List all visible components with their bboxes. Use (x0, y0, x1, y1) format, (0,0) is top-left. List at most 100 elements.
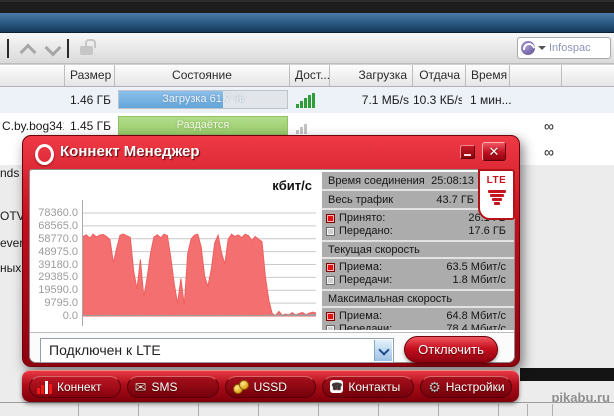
current-rx-label: Приема: (339, 261, 434, 274)
tx-legend-icon (326, 276, 335, 285)
total-traffic-value: 43.7 ГБ (436, 194, 474, 206)
column-download[interactable]: Загрузка (330, 65, 413, 86)
current-tx-value: 1.8 Мбит/с (434, 274, 510, 287)
max-tx-value: 78.4 Мбит/с (434, 323, 510, 330)
eta-value: ∞ (544, 113, 574, 139)
received-legend-icon (326, 214, 335, 223)
chart-plot-area (82, 200, 316, 326)
envelope-icon: ✉ (135, 380, 147, 394)
screen: Infospac Размер Состояние Дост... Загруз… (0, 0, 614, 416)
tab-label: USSD (254, 380, 287, 394)
column-size[interactable]: Размер (65, 65, 115, 86)
tab-bar: Коннект ✉ SMS USSD ☎ Контакты ⚙ Настройк… (22, 370, 519, 402)
max-speed-header: Максимальная скорость (322, 291, 514, 308)
disconnect-button[interactable]: Отключить (404, 336, 498, 363)
gear-icon: ⚙ (428, 380, 441, 394)
y-tick-label: 39180.0 (34, 259, 78, 271)
sent-legend-icon (326, 227, 335, 236)
tab-contacts[interactable]: ☎ Контакты (322, 376, 414, 398)
tx-legend-icon (326, 325, 335, 330)
column-name[interactable] (0, 65, 65, 86)
tab-connect[interactable]: Коннект (29, 376, 121, 398)
tab-label: SMS (152, 380, 178, 394)
details-pane-strip (0, 402, 614, 416)
speed-chart: кбит/с 78360.068565.058770.048975.039180… (32, 176, 320, 328)
rx-legend-icon (326, 312, 335, 321)
tab-settings[interactable]: ⚙ Настройки (420, 376, 512, 398)
received-label: Принято: (339, 212, 434, 225)
tab-label: Контакты (348, 380, 400, 394)
coins-icon (233, 380, 249, 394)
y-tick-label: 29385.0 (34, 271, 78, 283)
current-speed-header: Текущая скорость (322, 242, 514, 259)
connection-select-value: Подключен к LTE (49, 342, 161, 358)
chevron-down-icon (378, 344, 389, 355)
tab-sms[interactable]: ✉ SMS (127, 376, 219, 398)
minimize-button[interactable] (460, 145, 475, 159)
window-top-bar (0, 0, 614, 13)
toolbar-separator (67, 39, 69, 58)
column-eta[interactable]: Время (466, 65, 510, 86)
progress-label: Раздаётся (119, 117, 287, 134)
torrent-name-fragment: nds (0, 166, 19, 180)
column-upload[interactable]: Отдача (413, 65, 466, 86)
sent-label: Передано: (339, 225, 434, 238)
torrent-name-fragment: ных (0, 261, 21, 275)
table-row[interactable]: 1.46 ГБ Загрузка 61.7 % 7.1 МБ/s 10.3 КБ… (0, 87, 614, 113)
network-type-badge: LTE (478, 169, 515, 220)
max-speed-group: Приема: 64.8 Мбит/с Передачи: 78.4 Мбит/… (322, 308, 514, 330)
column-extra[interactable] (510, 65, 562, 86)
search-engine-label: Infospac (549, 42, 591, 54)
window-title-bar (0, 13, 614, 33)
max-rx-label: Приема: (339, 310, 434, 323)
current-rx-value: 63.5 Мбит/с (434, 261, 510, 274)
table-header: Размер Состояние Дост... Загрузка Отдача… (0, 64, 614, 87)
upload-speed: 10.3 КБ/s (413, 87, 462, 113)
bittorrent-logo-icon (521, 41, 535, 55)
column-status[interactable]: Состояние (115, 65, 290, 86)
toolbar-separator (7, 39, 9, 58)
close-button[interactable]: ✕ (482, 142, 506, 161)
select-dropdown-button[interactable] (374, 340, 392, 361)
tab-label: Настройки (446, 380, 505, 394)
app-logo-icon (35, 144, 54, 165)
connection-time-label: Время соединения (328, 175, 425, 187)
max-rx-value: 64.8 Мбит/с (434, 310, 510, 323)
connection-time-value: 25:08:13 (431, 175, 474, 187)
y-tick-label: 68565.0 (34, 220, 78, 232)
connection-select[interactable]: Подключен к LTE (40, 338, 394, 363)
y-tick-label: 0.0 (34, 310, 78, 322)
eta-value: 1 мин... (470, 87, 514, 113)
max-tx-label: Передачи: (339, 323, 434, 330)
availability-signal-icon (296, 93, 315, 108)
progress-bar: Загрузка 61.7 % (118, 90, 288, 109)
y-tick-label: 78360.0 (34, 207, 78, 219)
move-up-icon[interactable] (20, 44, 37, 61)
progress-label: Загрузка 61.7 % (119, 91, 287, 108)
rx-legend-icon (326, 263, 335, 272)
signal-bars-icon (37, 380, 52, 394)
download-speed: 7.1 МБ/s (330, 87, 409, 113)
column-availability[interactable]: Дост... (290, 65, 330, 86)
search-box[interactable]: Infospac (517, 37, 611, 59)
network-type-label: LTE (480, 175, 513, 186)
phone-icon: ☎ (330, 380, 343, 393)
torrent-name-fragment: ever (0, 236, 23, 250)
unlock-icon[interactable] (80, 46, 93, 55)
move-down-icon[interactable] (45, 40, 62, 57)
sent-value: 17.6 ГБ (434, 225, 510, 238)
status-bar (520, 368, 614, 381)
tab-label: Коннект (57, 380, 101, 394)
total-traffic-label: Весь трафик (328, 194, 393, 206)
dialog-footer: Подключен к LTE Отключить (30, 332, 514, 362)
network-signal-icon (480, 190, 513, 205)
dialog-body: кбит/с 78360.068565.058770.048975.039180… (29, 169, 515, 363)
y-tick-label: 19590.0 (34, 284, 78, 296)
y-tick-label: 48975.0 (34, 246, 78, 258)
tab-ussd[interactable]: USSD (225, 376, 317, 398)
y-tick-label: 58770.0 (34, 233, 78, 245)
chart-unit-label: кбит/с (272, 178, 312, 193)
availability-signal-icon (296, 119, 307, 134)
chevron-down-icon[interactable] (538, 46, 546, 50)
torrent-size: 1.46 ГБ (65, 87, 111, 113)
